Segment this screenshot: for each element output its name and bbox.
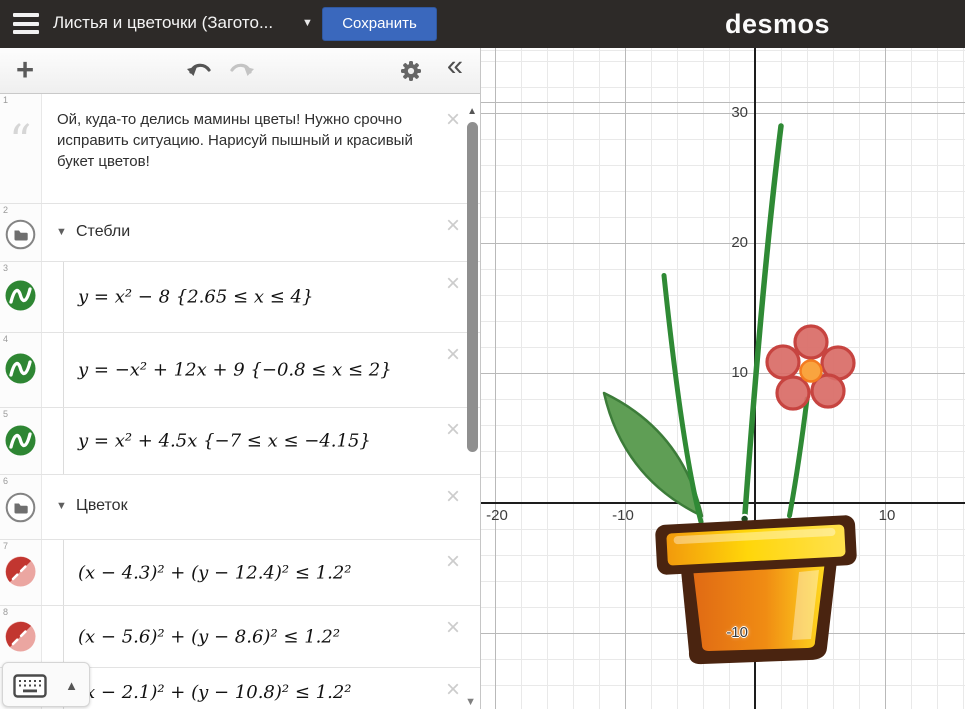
expression-row-inequality[interactable]: 8 (x − 5.6)² + (y − 8.6)² ≤ 1.2² × [0, 606, 480, 668]
stem-right [790, 399, 808, 516]
row-number: 8 [3, 607, 8, 617]
row-gutter: 6 [0, 475, 42, 539]
close-icon[interactable]: × [446, 485, 460, 509]
equation-text[interactable]: (x − 2.1)² + (y − 10.8)² ≤ 1.2² [78, 682, 352, 703]
expression-row-equation[interactable]: 3 y = x² − 8 {2.65 ≤ x ≤ 4} × [0, 262, 480, 333]
expression-row-folder-flower[interactable]: 6 ▼ Цветок × [0, 475, 480, 540]
row-number: 3 [3, 263, 8, 273]
folder-indent-guide [63, 262, 64, 332]
close-icon[interactable]: × [446, 418, 460, 442]
row-number: 1 [3, 95, 8, 105]
row-number: 5 [3, 409, 8, 419]
redo-icon[interactable] [228, 60, 255, 87]
equation-text[interactable]: y = x² + 4.5x {−7 ≤ x ≤ −4.15} [78, 431, 371, 452]
expression-list: 1 “ Ой, куда-то делись мамины цветы! Нуж… [0, 94, 480, 709]
curve-style-icon[interactable] [5, 353, 36, 389]
x-axis-label-10: 10 [871, 507, 903, 524]
row-gutter: 1 “ [0, 94, 42, 203]
close-icon[interactable]: × [446, 678, 460, 702]
keyboard-icon [13, 674, 47, 698]
y-axis-label-20: 20 [718, 234, 748, 251]
folder-indent-guide [63, 606, 64, 667]
row-gutter: 8 [0, 606, 42, 667]
top-bar: Листья и цветочки (Загото... ▼ Сохранить… [0, 0, 965, 48]
expression-row-equation[interactable]: 4 y = −x² + 12x + 9 {−0.8 ≤ x ≤ 2} × [0, 333, 480, 408]
row-gutter: 4 [0, 333, 42, 407]
note-text[interactable]: Ой, куда-то делись мамины цветы! Нужно с… [57, 109, 417, 172]
row-number: 6 [3, 476, 8, 486]
desmos-app: Листья и цветочки (Загото... ▼ Сохранить… [0, 0, 965, 709]
row-gutter: 3 [0, 262, 42, 332]
row-gutter: 5 [0, 408, 42, 474]
folder-indent-guide [63, 540, 64, 605]
folder-collapse-icon[interactable]: ▼ [56, 226, 67, 238]
equation-text[interactable]: (x − 5.6)² + (y − 8.6)² ≤ 1.2² [78, 626, 340, 647]
folder-indent-guide [63, 333, 64, 407]
close-icon[interactable]: × [446, 108, 460, 132]
row-number: 4 [3, 334, 8, 344]
scroll-down-icon[interactable]: ▼ [465, 696, 476, 708]
close-icon[interactable]: × [446, 214, 460, 238]
expression-row-equation[interactable]: 5 y = x² + 4.5x {−7 ≤ x ≤ −4.15} × [0, 408, 480, 475]
petal-top [795, 326, 827, 358]
x-axis-label-minus20: -20 [481, 507, 513, 524]
inequality-style-icon[interactable] [5, 621, 36, 657]
close-icon[interactable]: × [446, 550, 460, 574]
expression-row-note[interactable]: 1 “ Ой, куда-то делись мамины цветы! Нуж… [0, 94, 480, 204]
keyboard-open-arrow-icon: ▲ [65, 678, 78, 693]
row-number: 7 [3, 541, 8, 551]
save-button[interactable]: Сохранить [322, 7, 437, 41]
document-title[interactable]: Листья и цветочки (Загото... [53, 13, 273, 33]
y-axis-label-10: 10 [718, 364, 748, 381]
desmos-logo: desmos [705, 9, 850, 40]
flower-pot [655, 515, 857, 664]
scroll-up-icon[interactable]: ▲ [467, 106, 477, 117]
scrollbar-thumb[interactable] [467, 122, 478, 452]
expression-row-inequality[interactable]: 7 (x − 4.3)² + (y − 12.4)² ≤ 1.2² × [0, 540, 480, 606]
flower [767, 326, 854, 409]
x-axis-label-minus10: -10 [607, 507, 639, 524]
expression-toolbar: + « [0, 48, 480, 94]
close-icon[interactable]: × [446, 616, 460, 640]
stem-tall [745, 126, 781, 519]
folder-collapse-icon[interactable]: ▼ [56, 500, 67, 512]
note-quote-icon: “ [9, 120, 32, 164]
expression-panel: + « 1 “ Ой, куда-то делись мамины цветы!… [0, 48, 481, 709]
y-axis-label-30: 30 [718, 104, 748, 121]
folder-label[interactable]: Стебли [76, 223, 130, 241]
curve-style-icon[interactable] [5, 280, 36, 316]
equation-text[interactable]: y = x² − 8 {2.65 ≤ x ≤ 4} [78, 287, 313, 308]
row-number: 2 [3, 205, 8, 215]
row-gutter: 7 [0, 540, 42, 605]
row-gutter: 2 [0, 204, 42, 261]
y-axis-label-minus10: -10 [718, 624, 748, 641]
equation-text[interactable]: y = −x² + 12x + 9 {−0.8 ≤ x ≤ 2} [78, 360, 392, 381]
curve-style-icon[interactable] [5, 425, 36, 461]
flower-center [801, 361, 822, 382]
petal-left [767, 346, 799, 378]
inequality-style-icon[interactable] [5, 556, 36, 592]
chevron-down-icon[interactable]: ▼ [302, 17, 313, 29]
menu-icon[interactable] [13, 13, 39, 35]
folder-icon[interactable] [5, 492, 36, 528]
folder-icon[interactable] [5, 219, 36, 255]
collapse-panel-icon[interactable]: « [447, 50, 463, 83]
equation-text[interactable]: (x − 4.3)² + (y − 12.4)² ≤ 1.2² [78, 562, 352, 583]
folder-indent-guide [63, 408, 64, 474]
undo-icon[interactable] [186, 60, 213, 87]
close-icon[interactable]: × [446, 272, 460, 296]
graph-canvas[interactable]: 30 20 10 -10 -20 -10 10 [481, 48, 965, 709]
keyboard-toggle-button[interactable]: ▲ [2, 662, 90, 707]
petal-bottom-left [777, 377, 809, 409]
folder-label[interactable]: Цветок [76, 497, 128, 515]
close-icon[interactable]: × [446, 343, 460, 367]
expression-row-folder-stems[interactable]: 2 ▼ Стебли × [0, 204, 480, 262]
gear-icon[interactable] [398, 58, 424, 89]
add-expression-button[interactable]: + [16, 52, 34, 88]
